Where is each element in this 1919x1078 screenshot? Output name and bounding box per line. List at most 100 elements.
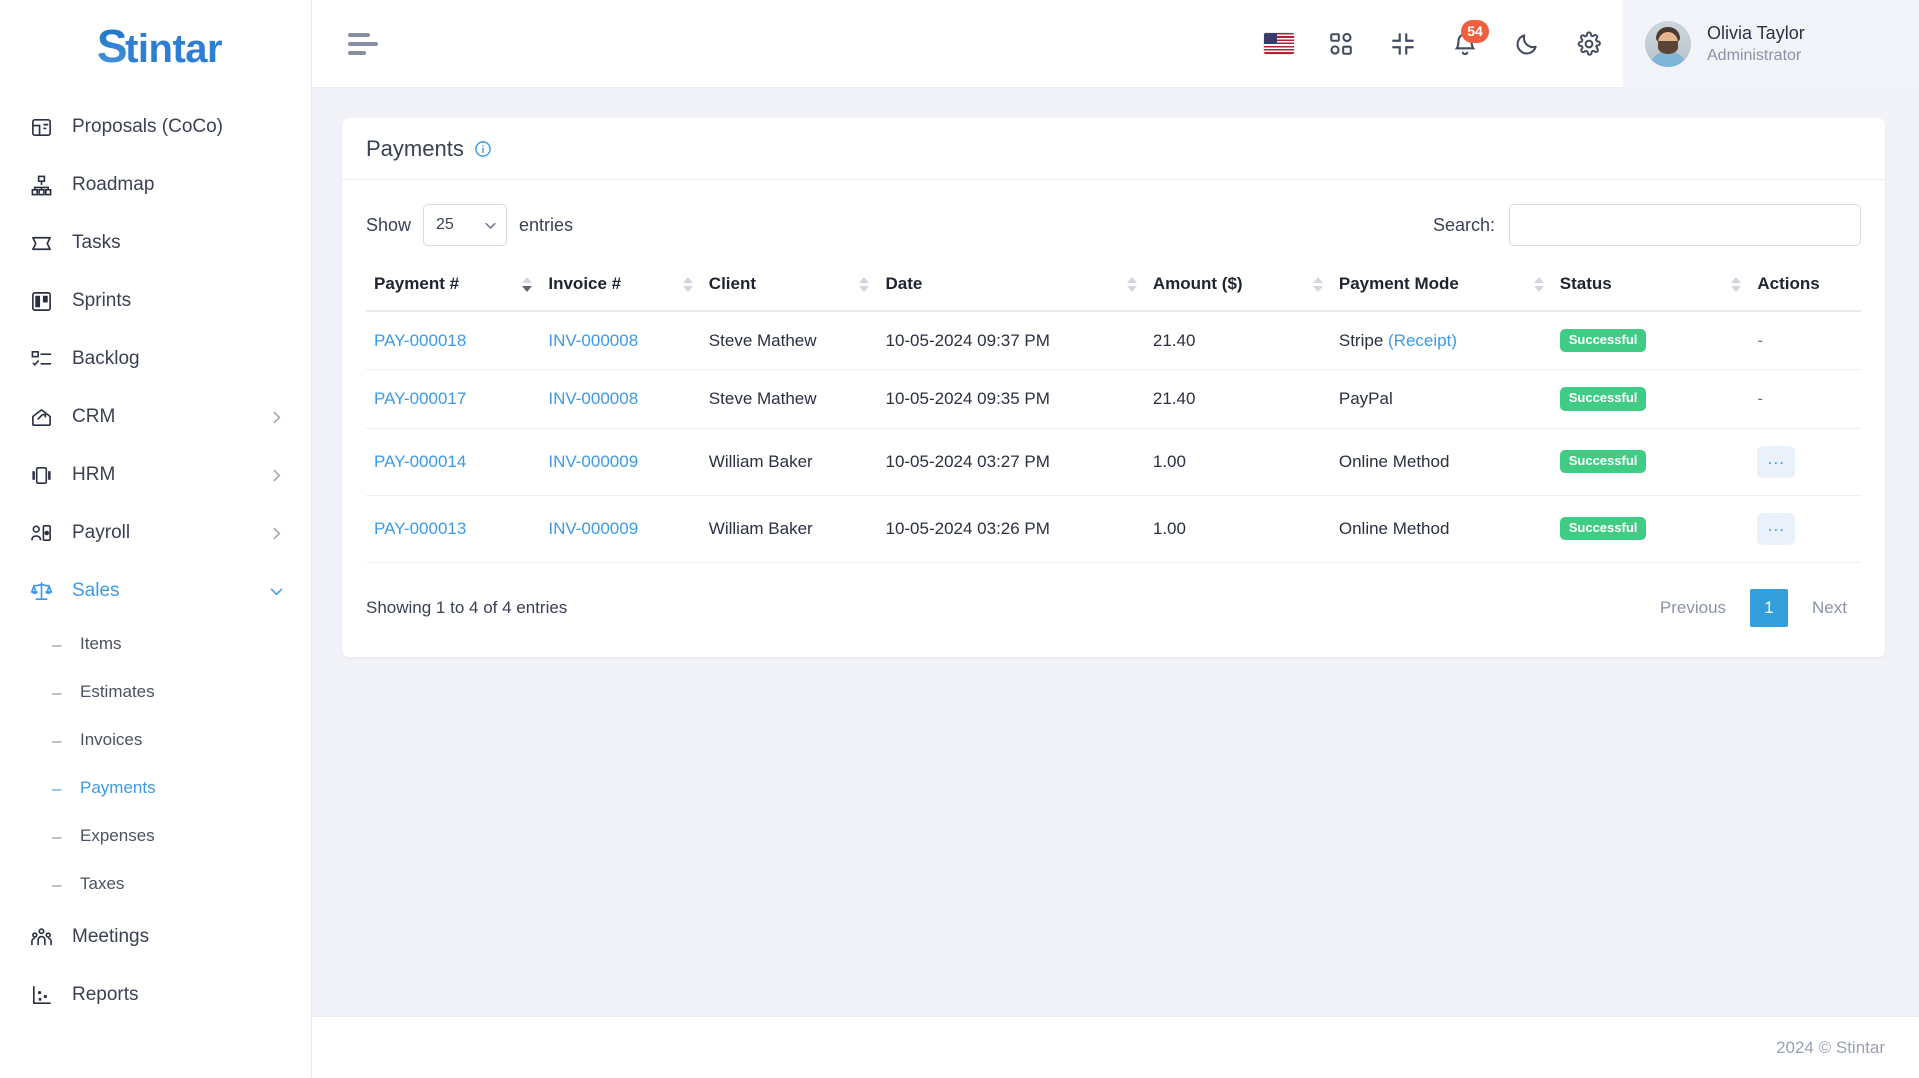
sidebar-item-hrm[interactable]: HRM [0,446,311,504]
cell-status: Successful [1551,428,1750,496]
gear-icon[interactable] [1561,16,1617,72]
receipt-link[interactable]: (Receipt) [1388,331,1457,350]
page-title: Payments [366,135,464,161]
pagination-next[interactable]: Next [1798,590,1861,626]
sidebar-subitem-invoices[interactable]: – Invoices [0,716,311,764]
cell-invoice: INV-000009 [540,495,701,563]
sidebar-item-label: Tasks [72,232,121,253]
table-body: PAY-000018 INV-000008 Steve Mathew 10-05… [366,311,1861,563]
cell-amount: 1.00 [1144,495,1331,563]
table-header-row: Payment # Invoice # Client Date Amount (… [366,264,1861,312]
sidebar-item-label: CRM [72,406,116,427]
cell-date: 10-05-2024 09:37 PM [877,311,1145,371]
cell-invoice: INV-000008 [540,311,701,371]
profile-name: Olivia Taylor [1707,22,1805,43]
fullscreen-exit-icon[interactable] [1375,16,1431,72]
payments-table: Payment # Invoice # Client Date Amount (… [366,264,1861,563]
table-head: Payment # Invoice # Client Date Amount (… [366,264,1861,312]
card-header: Payments [342,118,1885,180]
invoice-link[interactable]: INV-000008 [548,331,638,350]
cell-amount: 1.00 [1144,428,1331,496]
cell-payment: PAY-000013 [366,495,541,563]
cell-payment-mode: Stripe (Receipt) [1330,311,1552,371]
column-header-client[interactable]: Client [700,264,878,312]
sort-arrows-icon [1126,276,1137,292]
profile-menu[interactable]: Olivia Taylor Administrator [1623,0,1919,88]
cell-date: 10-05-2024 09:35 PM [877,369,1145,429]
column-header-payment[interactable]: Payment # [366,264,541,312]
action-placeholder: - [1757,330,1764,350]
sidebar-item-proposals[interactable]: Proposals (CoCo) [0,98,311,156]
invoice-link[interactable]: INV-000009 [548,519,638,538]
pagination-page-1[interactable]: 1 [1750,588,1789,627]
sidebar-item-reports[interactable]: Reports [0,966,311,1024]
top-header: 54 Olivia Taylor Administrator [312,0,1919,88]
hamburger-icon[interactable] [348,25,386,63]
bell-icon[interactable]: 54 [1437,16,1493,72]
column-header-date[interactable]: Date [877,264,1145,312]
sidebar-item-label: Meetings [72,926,150,947]
search-label: Search: [1432,214,1495,235]
sort-arrows-icon [859,276,870,292]
sidebar-subitem-taxes[interactable]: – Taxes [0,860,311,908]
status-badge: Successful [1559,329,1647,353]
sidebar-subitem-items[interactable]: – Items [0,620,311,668]
sidebar-item-label: Sales [72,580,120,601]
cell-actions: ... [1749,428,1861,496]
sidebar-item-payroll[interactable]: Payroll [0,504,311,562]
column-header-amount[interactable]: Amount ($) [1144,264,1331,312]
cell-date: 10-05-2024 03:26 PM [877,495,1145,563]
sidebar-subitem-label: Estimates [80,682,155,701]
cell-status: Successful [1551,495,1750,563]
payments-table-wrap: Payment # Invoice # Client Date Amount (… [342,264,1885,563]
cell-actions: - [1749,311,1861,371]
table-row: PAY-000013 INV-000009 William Baker 10-0… [366,495,1861,563]
sidebar-item-label: Proposals (CoCo) [72,116,223,137]
column-header-invoice[interactable]: Invoice # [540,264,701,312]
pagination-previous[interactable]: Previous [1646,590,1740,626]
moon-icon[interactable] [1499,16,1555,72]
sidebar-item-crm[interactable]: CRM [0,388,311,446]
invoice-link[interactable]: INV-000008 [548,389,638,408]
payment-link[interactable]: PAY-000014 [374,452,466,471]
chevron-right-icon [268,525,285,542]
tasks-icon [28,230,54,256]
cell-client: William Baker [700,495,878,563]
sidebar-item-meetings[interactable]: Meetings [0,908,311,966]
sidebar-subitem-expenses[interactable]: – Expenses [0,812,311,860]
payment-link[interactable]: PAY-000017 [374,389,466,408]
table-row: PAY-000014 INV-000009 William Baker 10-0… [366,428,1861,496]
dash-bullet-icon: – [52,778,62,798]
page-length-select[interactable]: 25 [423,204,508,246]
payment-mode-text: Online Method [1338,518,1450,538]
language-flag-icon[interactable] [1251,16,1307,72]
apps-grid-icon[interactable] [1313,16,1369,72]
sidebar-item-roadmap[interactable]: Roadmap [0,156,311,214]
sidebar-item-sales[interactable]: Sales [0,562,311,620]
invoice-link[interactable]: INV-000009 [548,452,638,471]
avatar [1645,20,1691,67]
column-header-payment-mode[interactable]: Payment Mode [1330,264,1552,312]
row-actions-button[interactable]: ... [1757,512,1796,545]
search-control: Search: [1433,204,1861,246]
status-badge: Successful [1559,449,1647,474]
sidebar-subitem-estimates[interactable]: – Estimates [0,668,311,716]
table-row: PAY-000017 INV-000008 Steve Mathew 10-05… [366,369,1861,429]
sidebar-item-tasks[interactable]: Tasks [0,214,311,272]
row-actions-button[interactable]: ... [1757,445,1796,478]
table-row: PAY-000018 INV-000008 Steve Mathew 10-05… [366,311,1861,371]
search-input[interactable] [1509,204,1861,246]
payment-link[interactable]: PAY-000018 [374,331,466,350]
payment-link[interactable]: PAY-000013 [374,519,466,538]
chevron-down-icon [483,218,498,233]
info-circle-icon[interactable] [474,140,492,158]
sidebar-item-backlog[interactable]: Backlog [0,330,311,388]
dash-bullet-icon: – [52,730,62,750]
sidebar-subitem-payments[interactable]: – Payments [0,764,311,812]
sidebar-item-sprints[interactable]: Sprints [0,272,311,330]
payment-mode-text: Online Method [1338,451,1450,471]
backlog-icon [28,346,54,372]
brand-logo[interactable]: Stintar [0,0,311,92]
column-header-status[interactable]: Status [1551,264,1750,312]
sidebar: Stintar Proposals (CoCo) Roadmap Tasks S… [0,0,312,1078]
